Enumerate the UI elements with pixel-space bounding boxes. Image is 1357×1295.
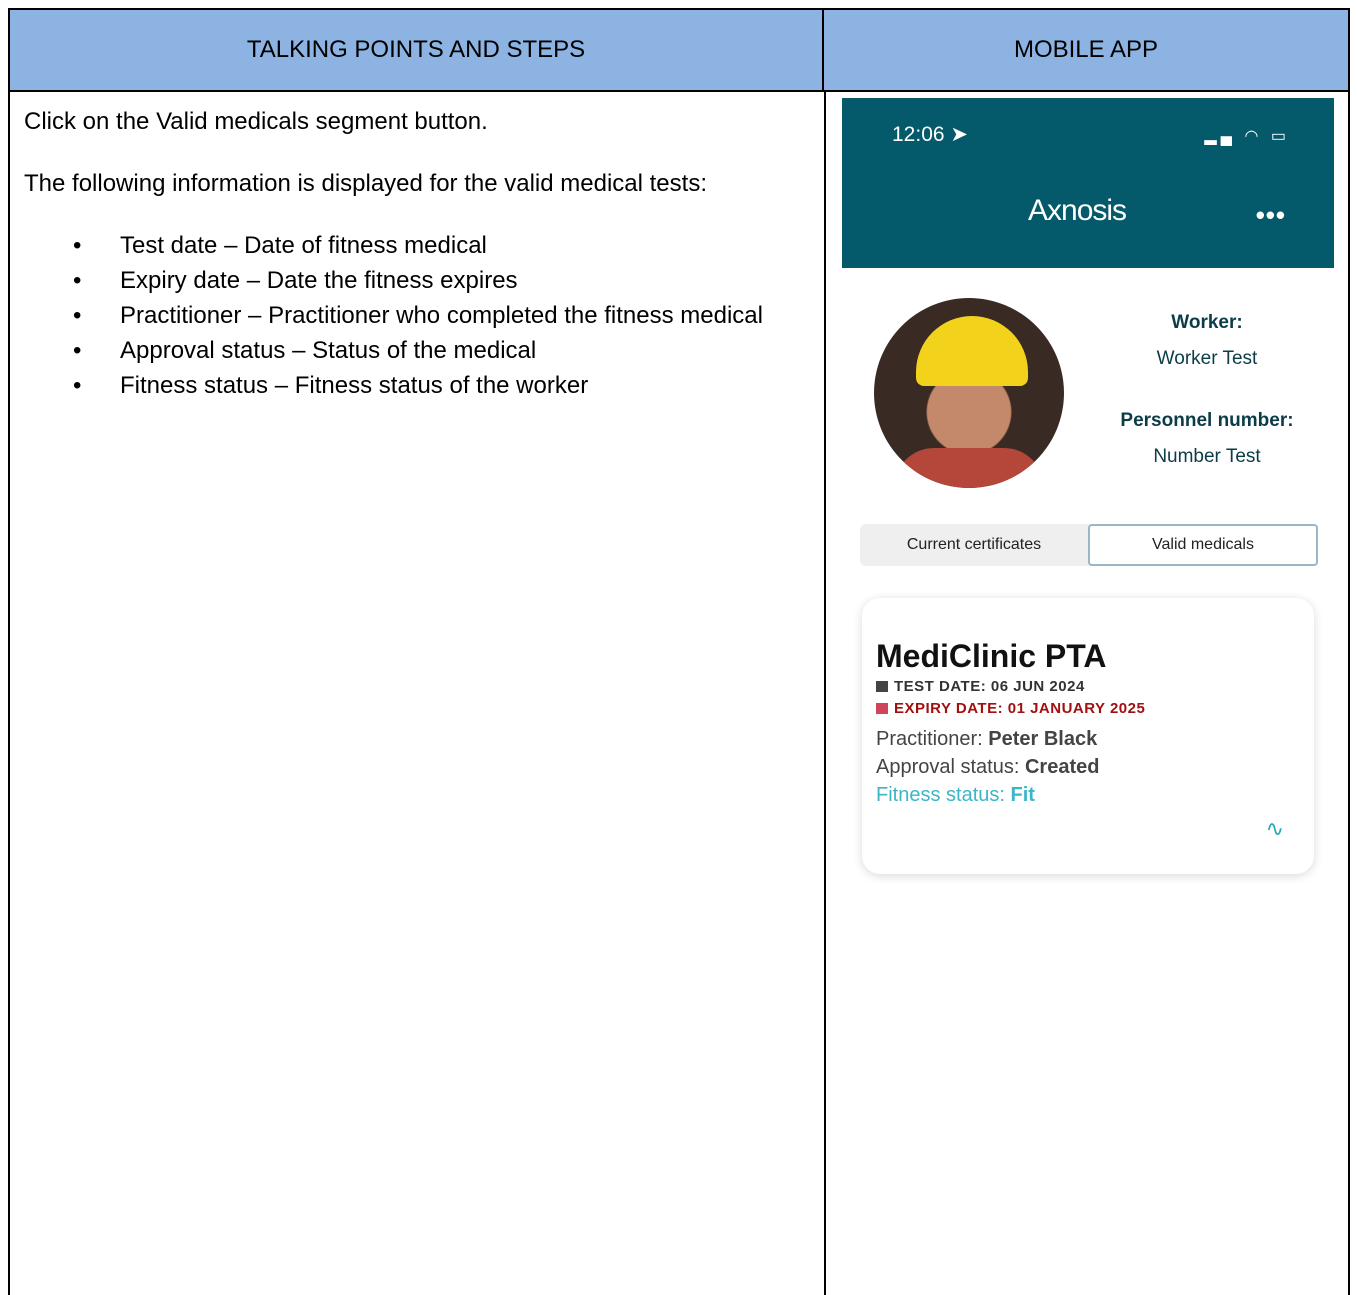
test-date-text: TEST DATE: 06 JUN 2024 <box>894 678 1085 695</box>
list-desc: – Practitioner who completed the fitness… <box>241 302 763 329</box>
worker-label: Worker: <box>1171 312 1243 333</box>
lead-text: The following information is displayed f… <box>24 170 707 197</box>
list-term: Approval status – <box>120 337 306 364</box>
fitness-label: Fitness status: <box>876 784 1005 806</box>
worker-value: Worker Test <box>1156 348 1258 369</box>
intro-bold: Valid medicals <box>156 108 310 135</box>
segment-current-certificates[interactable]: Current certificates <box>860 524 1088 566</box>
app-header: 12:06 ➤ ▂▄ ◠ ▭ Axnosis ••• <box>842 98 1334 268</box>
practitioner-value: Peter Black <box>988 728 1098 750</box>
header-mobile-app: MOBILE APP <box>824 10 1348 92</box>
expiry-date: EXPIRY DATE: 01 JANUARY 2025 <box>876 700 1145 717</box>
list-item: Practitioner – Practitioner who complete… <box>73 298 814 333</box>
personnel-label: Personnel number: <box>1120 410 1294 431</box>
wifi-icon: ◠ <box>1244 128 1263 145</box>
app-logo: Axnosis <box>1028 194 1127 227</box>
intro-text: Click on the Valid medicals segment butt… <box>24 104 814 139</box>
list-term: Expiry date – <box>120 267 261 294</box>
list-item: Fitness status – Fitness status of the w… <box>73 368 814 403</box>
column-divider <box>824 92 826 1295</box>
list-desc: Date of fitness medical <box>237 232 487 259</box>
medical-card[interactable]: MediClinic PTA TEST DATE: 06 JUN 2024 EX… <box>862 598 1314 874</box>
hardhat-shape <box>916 316 1028 386</box>
practitioner-line: Practitioner: Peter Black <box>876 728 1097 751</box>
approval-value: Created <box>1024 756 1100 778</box>
signal-icon: ▂▄ <box>1204 128 1236 145</box>
header-talking-points: TALKING POINTS AND STEPS <box>10 10 824 92</box>
time-text: 12:06 <box>892 123 945 146</box>
list-term: Fitness status – <box>120 372 289 399</box>
list-desc: Fitness status of the worker <box>288 372 589 399</box>
list-item: Test date – Date of fitness medical <box>73 228 814 263</box>
list-item: Expiry date – Date the fitness expires <box>73 263 814 298</box>
heartbeat-icon: ∿ <box>1265 816 1284 841</box>
mobile-app-screenshot: 12:06 ➤ ▂▄ ◠ ▭ Axnosis ••• Worker: Worke… <box>842 98 1334 1268</box>
segment-valid-medicals[interactable]: Valid medicals <box>1088 524 1318 566</box>
location-icon: ➤ <box>950 123 969 146</box>
test-date: TEST DATE: 06 JUN 2024 <box>876 678 1085 695</box>
calendar-icon <box>876 681 888 692</box>
intro-pre: Click on the <box>24 108 157 135</box>
calendar-icon <box>876 703 888 714</box>
approval-label: Approval status: <box>876 756 1020 778</box>
segment-control: Current certificates Valid medicals <box>860 524 1318 566</box>
fitness-line: Fitness status: Fit <box>876 784 1035 807</box>
battery-icon: ▭ <box>1270 128 1290 145</box>
practitioner-label: Practitioner: <box>876 728 983 750</box>
list-desc: Status of the medical <box>305 337 537 364</box>
personnel-value: Number Test <box>1153 446 1261 467</box>
status-time: 12:06 ➤ <box>892 122 968 147</box>
more-icon[interactable]: ••• <box>1256 200 1286 231</box>
list-term: Practitioner <box>120 302 242 329</box>
intro-post: segment button. <box>309 108 488 135</box>
expiry-date-text: EXPIRY DATE: 01 JANUARY 2025 <box>894 700 1146 717</box>
status-icons: ▂▄ ◠ ▭ <box>1204 126 1290 146</box>
list-item: Approval status – Status of the medical <box>73 333 814 368</box>
clinic-name: MediClinic PTA <box>876 638 1107 674</box>
list-desc: Date the fitness expires <box>260 267 518 294</box>
talking-points-body: Click on the Valid medicals segment butt… <box>24 104 814 403</box>
fitness-value: Fit <box>1010 784 1035 806</box>
field-list: Test date – Date of fitness medical Expi… <box>24 228 814 403</box>
list-term: Test date – <box>120 232 238 259</box>
avatar <box>874 298 1064 488</box>
shirt-shape <box>894 448 1044 488</box>
approval-line: Approval status: Created <box>876 756 1099 779</box>
